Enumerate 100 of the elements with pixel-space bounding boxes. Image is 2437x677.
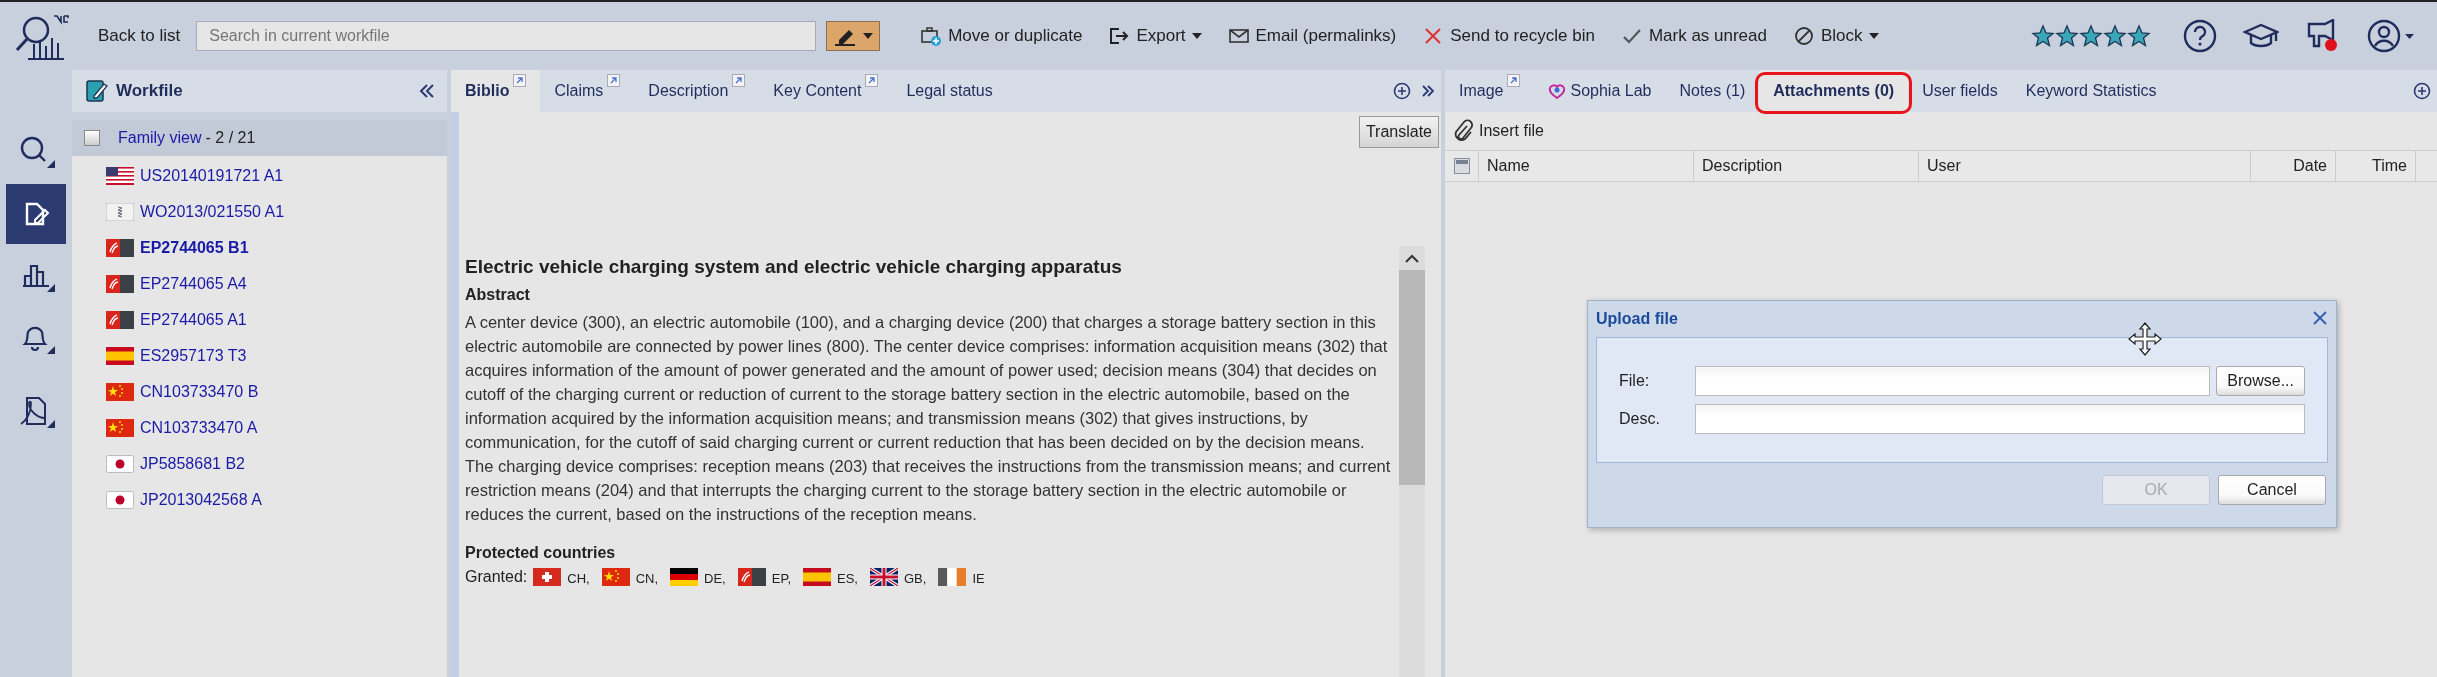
panel-title: Workfile: [116, 81, 184, 101]
ep-logo-icon: [106, 275, 134, 293]
highlighter-dropdown[interactable]: [826, 21, 881, 51]
abstract-text: A center device (300), an electric automobile (100), and a charging device (200) that charges a storage battery section in this electric automobile are connected by power lines (800). The center device comprises: information acquisition means (302) that acquires information of the amount of power generated and the amount of power used; decision means (304) that decides on cutoff of the charging current or reduction of current to the storage battery section in the electric automobile, based on the information acquired by the information acquisition means; and transmission means (302) that gives instructions, by communication, for the cutoff of said charging current or current reduction that has been decided on by the decision means. The charging device comprises: reception means (203) that receives the instructions from the transmission means; and current restriction means (204) and that interrupts the charging current to the storage battery section in the electric automobile or reduces the current, based on the instructions of the reception means.: [465, 312, 1392, 525]
briefcase-plus-icon: [920, 25, 943, 47]
es-flag-icon: [106, 347, 134, 365]
star-icon[interactable]: [2103, 24, 2127, 48]
country-code: GB,: [903, 571, 927, 586]
ch-flag-icon: [533, 568, 562, 586]
es-flag-icon: [803, 568, 831, 586]
star-icon[interactable]: [2055, 24, 2079, 48]
tab[interactable]: Image: [1445, 70, 1535, 112]
block-icon: [1793, 25, 1815, 47]
description-field[interactable]: [1695, 404, 2305, 434]
insert-file-button[interactable]: Insert file: [1445, 112, 1550, 150]
external-link-icon[interactable]: [513, 74, 527, 87]
back-link[interactable]: Back to list: [92, 26, 187, 46]
country-code: IE: [972, 571, 985, 586]
tab[interactable]: Legal status: [892, 70, 1007, 112]
cn-flag-icon: [601, 568, 630, 586]
patent-link[interactable]: EP2744065 A4: [140, 275, 247, 293]
tab[interactable]: Key Content: [759, 70, 893, 112]
tab[interactable]: Notes (1): [1665, 70, 1760, 112]
star-icon[interactable]: [2127, 24, 2151, 48]
us-flag-icon: [106, 167, 134, 185]
nav-button[interactable]: [6, 184, 66, 244]
column-header[interactable]: Description: [1694, 151, 1919, 181]
help-icon[interactable]: [2183, 19, 2217, 53]
tab[interactable]: Description: [634, 70, 760, 112]
lab-logo-icon: [1548, 82, 1567, 100]
translate-button[interactable]: Translate: [1358, 116, 1439, 148]
patent-link[interactable]: JP2013042568 A: [140, 491, 262, 509]
field-label: Desc.: [1619, 410, 1661, 428]
ep-logo-icon: [106, 239, 134, 257]
patent-link[interactable]: US20140191721 A1: [140, 167, 284, 185]
toolbar-button[interactable]: Export: [1100, 25, 1210, 47]
expand-icon[interactable]: [1421, 85, 1435, 97]
add-icon[interactable]: [1393, 82, 1411, 100]
country-code: ES,: [837, 571, 858, 586]
gb-flag-icon: [869, 568, 898, 586]
tab[interactable]: Sophia Lab: [1534, 70, 1666, 112]
select-all-icon[interactable]: [1453, 158, 1470, 174]
dialog-title: Upload file: [1596, 310, 1679, 328]
scroll-up-icon[interactable]: [1405, 253, 1419, 263]
dialog-button[interactable]: Cancel: [2218, 475, 2326, 505]
patent-link[interactable]: ES2957173 T3: [140, 347, 247, 365]
external-link-icon[interactable]: [865, 74, 879, 87]
section-heading: Abstract: [465, 286, 531, 304]
family-view-link[interactable]: Family view: [118, 129, 202, 147]
export-icon: [1108, 25, 1131, 47]
tab[interactable]: Biblio: [451, 70, 541, 112]
ep-logo-icon: [106, 311, 134, 329]
scrollbar[interactable]: [1399, 246, 1425, 677]
toolbar-button[interactable]: Send to recycle bin: [1414, 25, 1603, 47]
patent-link[interactable]: JP5858681 B2: [140, 455, 245, 473]
country-code: DE,: [704, 571, 726, 586]
tab[interactable]: Claims: [540, 70, 635, 112]
granted-label: Granted:: [465, 568, 528, 586]
ie-flag-icon: [938, 568, 967, 586]
toolbar-button[interactable]: Email (permalinks): [1219, 25, 1405, 47]
patent-link[interactable]: EP2744065 A1: [140, 311, 247, 329]
cn-flag-icon: [106, 383, 134, 401]
section-heading: Protected countries: [465, 544, 617, 562]
user-menu-icon[interactable]: [2367, 19, 2415, 53]
patent-link[interactable]: EP2744065 B1: [140, 239, 249, 257]
ep-logo-icon: [737, 568, 766, 586]
paperclip-icon: [1453, 119, 1473, 143]
external-link-icon[interactable]: [732, 74, 746, 87]
document-title: Electric vehicle charging system and electric vehicle charging apparatus: [465, 256, 1123, 278]
patent-link[interactable]: WO2013/021550 A1: [140, 203, 285, 221]
column-header[interactable]: Name: [1479, 151, 1694, 181]
external-link-icon[interactable]: [1507, 74, 1521, 87]
country-code: CN,: [635, 571, 659, 586]
tab[interactable]: Keyword Statistics: [2011, 70, 2171, 112]
tab[interactable]: User fields: [1908, 70, 2012, 112]
star-icon[interactable]: [2079, 24, 2103, 48]
column-header[interactable]: Date: [2251, 151, 2336, 181]
file-field[interactable]: [1695, 366, 2211, 396]
external-link-icon[interactable]: [607, 74, 621, 87]
star-icon[interactable]: [2031, 24, 2055, 48]
browse-button[interactable]: Browse...: [2216, 366, 2305, 396]
patent-link[interactable]: CN103733470 B: [140, 383, 259, 401]
checkbox[interactable]: [84, 130, 100, 146]
cn-flag-icon: [106, 419, 134, 437]
caret-icon: [863, 33, 874, 39]
de-flag-icon: [670, 568, 699, 586]
country-code: CH,: [567, 571, 590, 586]
search-field[interactable]: Search in current workfile: [196, 21, 817, 51]
notebook-icon: [84, 78, 108, 104]
family-count: - 2 / 21: [205, 129, 256, 147]
jp-flag-icon: [106, 491, 134, 509]
field-label: File:: [1619, 372, 1651, 390]
toolbar-button[interactable]: Move or duplicate: [912, 25, 1091, 47]
toolbar-button[interactable]: Block: [1785, 25, 1887, 47]
column-header[interactable]: User: [1919, 151, 2251, 181]
column-header[interactable]: Time: [2336, 151, 2416, 181]
patent-link[interactable]: CN103733470 A: [140, 419, 258, 437]
move-cursor-icon: [2128, 322, 2162, 356]
toolbar-button[interactable]: Mark as unread: [1612, 25, 1775, 47]
add-icon[interactable]: [2413, 82, 2431, 100]
